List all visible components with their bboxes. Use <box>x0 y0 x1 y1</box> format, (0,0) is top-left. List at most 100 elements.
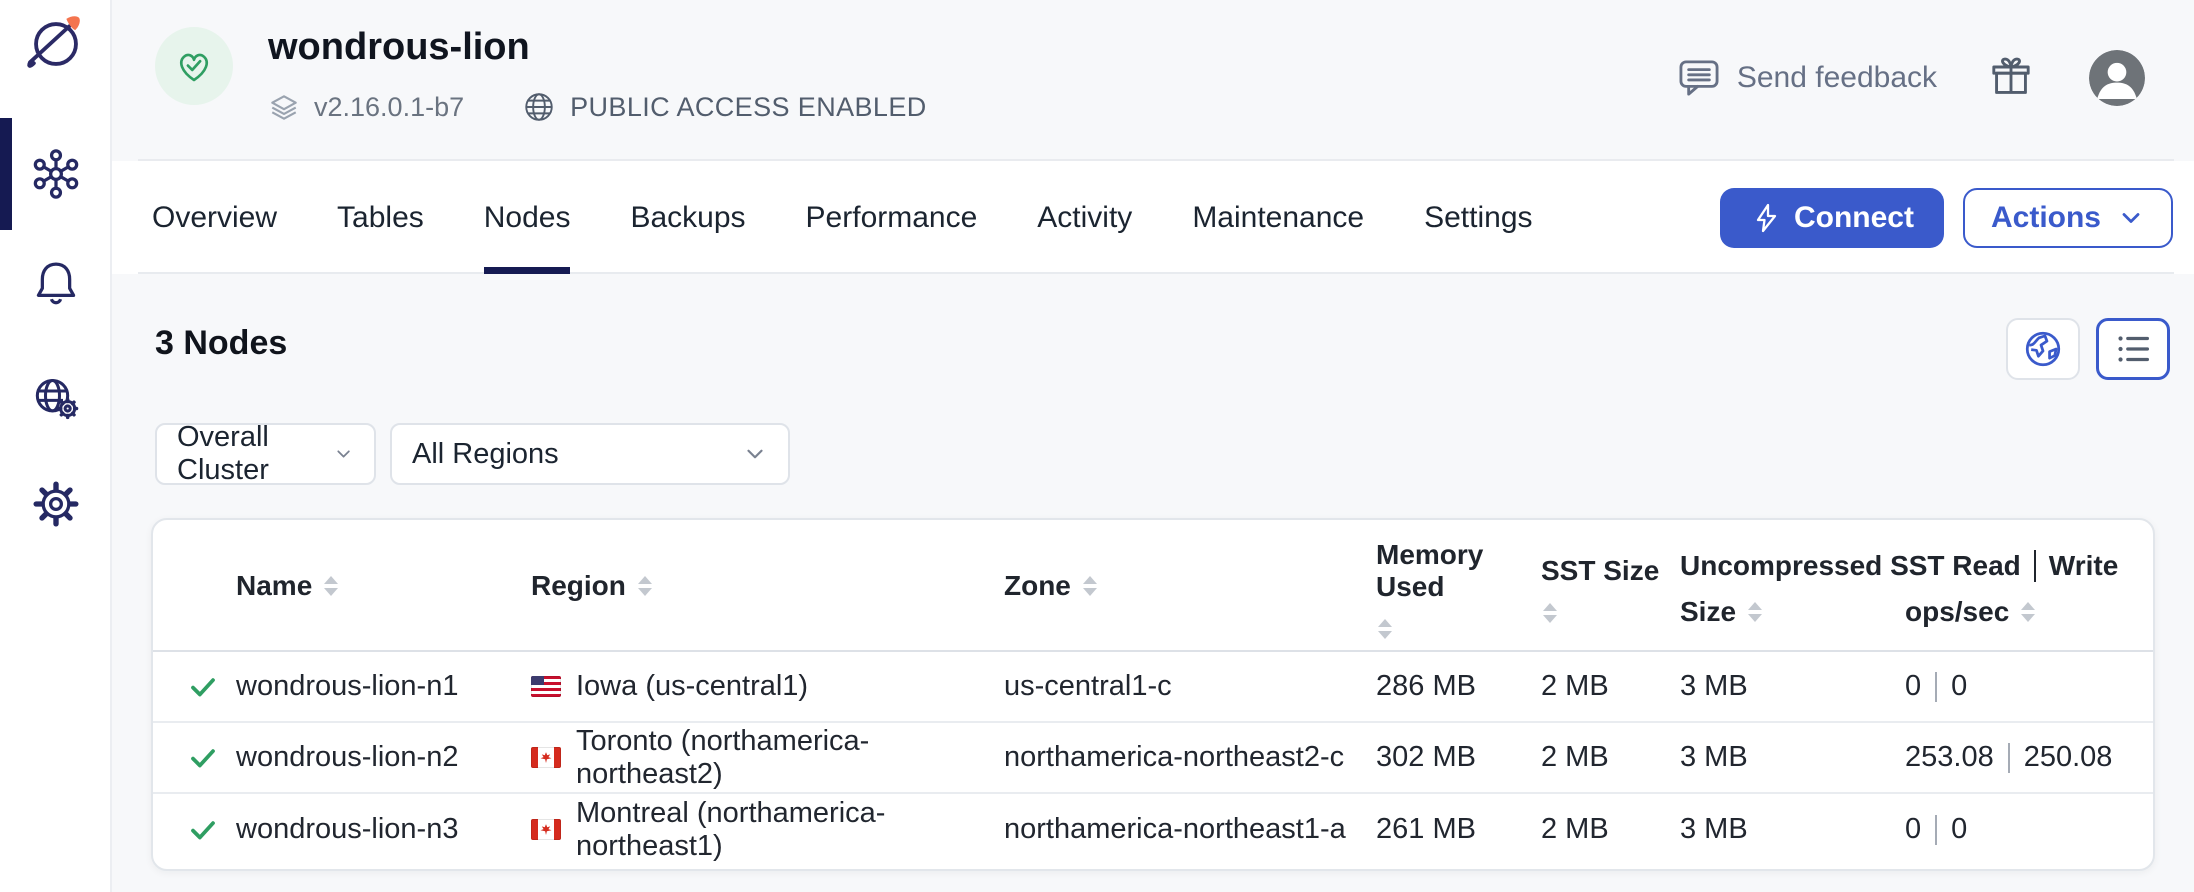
list-view-button[interactable] <box>2096 318 2170 380</box>
sidebar-item-network[interactable] <box>0 370 112 426</box>
cluster-health-badge <box>155 27 233 105</box>
globe-icon <box>522 90 556 124</box>
column-header-size[interactable]: Size <box>1680 596 1905 628</box>
column-group-uncompressed-sst: Uncompressed SST Read Write Size ops/sec <box>1680 520 2153 652</box>
table-row[interactable]: wondrous-lion-n3 Montreal (northamerica-… <box>153 794 2153 865</box>
chevron-down-icon <box>2117 204 2145 232</box>
node-memory-used: 302 MB <box>1376 741 1541 774</box>
main-area: wondrous-lion v2.16.0.1-b7 <box>112 0 2194 892</box>
node-name: wondrous-lion-n1 <box>236 670 531 703</box>
tab-tables[interactable]: Tables <box>337 161 424 274</box>
tab-nodes[interactable]: Nodes <box>484 161 571 274</box>
connect-button[interactable]: Connect <box>1720 188 1944 248</box>
sort-icon[interactable] <box>324 576 338 596</box>
cluster-scope-select[interactable]: Overall Cluster <box>155 423 376 485</box>
column-header-region[interactable]: Region <box>531 570 1004 602</box>
node-region: Iowa (us-central1) <box>531 670 1004 703</box>
tab-backups[interactable]: Backups <box>630 161 745 274</box>
nodes-count-title: 3 Nodes <box>155 324 287 363</box>
nodes-table-card: Name Region Zone Memory Used SST Size <box>151 518 2155 871</box>
node-zone: northamerica-northeast1-a <box>1004 813 1376 846</box>
region-filter-select[interactable]: All Regions <box>390 423 790 485</box>
cluster-meta: v2.16.0.1-b7 PUBLIC ACCESS ENABLED <box>268 90 927 124</box>
sidebar-item-clusters[interactable] <box>0 146 112 202</box>
cluster-scope-value: Overall Cluster <box>177 421 333 487</box>
table-header: Name Region Zone Memory Used SST Size <box>153 520 2153 652</box>
gift-icon <box>1989 56 2033 100</box>
node-status-icon <box>188 743 236 773</box>
table-row[interactable]: wondrous-lion-n1 Iowa (us-central1) us-c… <box>153 652 2153 723</box>
tab-activity[interactable]: Activity <box>1037 161 1132 274</box>
user-avatar-icon <box>2089 50 2145 106</box>
map-view-button[interactable] <box>2006 318 2080 380</box>
view-toggles <box>2006 318 2170 380</box>
column-header-sst-size[interactable]: SST Size <box>1541 520 1680 652</box>
public-access-label: PUBLIC ACCESS ENABLED <box>570 92 927 123</box>
green-check-icon <box>188 815 218 845</box>
sort-icon[interactable] <box>1748 602 1762 622</box>
node-read-write-ops: 253.08 250.08 <box>1905 741 2153 774</box>
column-header-memory-used[interactable]: Memory Used <box>1376 520 1541 652</box>
tab-performance[interactable]: Performance <box>806 161 978 274</box>
node-uncompressed-size: 3 MB <box>1680 741 1905 774</box>
version-meta: v2.16.0.1-b7 <box>268 91 464 123</box>
lightning-bolt-icon <box>1750 202 1782 234</box>
sort-icon[interactable] <box>1083 576 1097 596</box>
heart-check-icon <box>173 45 215 87</box>
sort-icon[interactable] <box>1378 619 1392 639</box>
page-title: wondrous-lion <box>268 26 530 69</box>
feedback-icon <box>1677 58 1721 98</box>
pipe-divider <box>2008 743 2010 773</box>
actions-button[interactable]: Actions <box>1963 188 2173 248</box>
sidebar-item-settings[interactable] <box>0 476 112 532</box>
nodes-content: 3 Nodes Overall Cluster <box>112 274 2194 892</box>
node-name: wondrous-lion-n3 <box>236 813 531 846</box>
node-sst-size: 2 MB <box>1541 741 1680 774</box>
cluster-tabbar: Overview Tables Nodes Backups Performanc… <box>112 161 2194 274</box>
pipe-divider <box>1935 815 1937 845</box>
avatar[interactable] <box>2089 50 2145 106</box>
header-actions: Send feedback <box>1677 50 2145 106</box>
node-memory-used: 286 MB <box>1376 670 1541 703</box>
node-filters: Overall Cluster All Regions <box>155 423 790 485</box>
node-zone: northamerica-northeast2-c <box>1004 741 1376 774</box>
group-header-label: Uncompressed SST Read Write <box>1680 550 2153 582</box>
column-header-name[interactable]: Name <box>236 570 531 602</box>
app-logo-icon[interactable] <box>0 10 112 78</box>
sort-icon[interactable] <box>2021 602 2035 622</box>
sidebar-item-alerts[interactable] <box>0 256 112 308</box>
layers-icon <box>268 91 300 123</box>
sort-icon[interactable] <box>638 576 652 596</box>
us-flag-icon <box>531 676 561 697</box>
chevron-down-icon <box>742 441 768 467</box>
node-sst-size: 2 MB <box>1541 813 1680 846</box>
pipe-divider <box>1935 672 1937 702</box>
node-status-icon <box>188 672 236 702</box>
tab-overview[interactable]: Overview <box>152 161 277 274</box>
chevron-down-icon <box>333 441 354 467</box>
table-row[interactable]: wondrous-lion-n2 Toronto (northamerica-n… <box>153 723 2153 794</box>
gift-button[interactable] <box>1989 56 2033 100</box>
node-read-write-ops: 0 0 <box>1905 813 2153 846</box>
column-header-ops-sec[interactable]: ops/sec <box>1905 596 2153 628</box>
map-view-globe-icon <box>2022 328 2064 370</box>
node-uncompressed-size: 3 MB <box>1680 670 1905 703</box>
tab-maintenance[interactable]: Maintenance <box>1192 161 1364 274</box>
column-header-zone[interactable]: Zone <box>1004 570 1376 602</box>
cluster-header: wondrous-lion v2.16.0.1-b7 <box>112 0 2194 161</box>
actions-label: Actions <box>1991 201 2101 235</box>
list-view-icon <box>2112 328 2154 370</box>
node-sst-size: 2 MB <box>1541 670 1680 703</box>
version-label: v2.16.0.1-b7 <box>314 92 464 123</box>
ca-flag-icon <box>531 819 561 840</box>
tab-action-buttons: Connect Actions <box>1720 161 2173 274</box>
send-feedback-button[interactable]: Send feedback <box>1677 58 1937 98</box>
gear-icon <box>28 476 84 532</box>
connect-label: Connect <box>1794 201 1914 235</box>
node-read-write-ops: 0 0 <box>1905 670 2153 703</box>
ca-flag-icon <box>531 747 561 768</box>
tab-settings[interactable]: Settings <box>1424 161 1532 274</box>
sort-icon[interactable] <box>1543 603 1557 623</box>
node-status-icon <box>188 815 236 845</box>
access-meta: PUBLIC ACCESS ENABLED <box>522 90 927 124</box>
